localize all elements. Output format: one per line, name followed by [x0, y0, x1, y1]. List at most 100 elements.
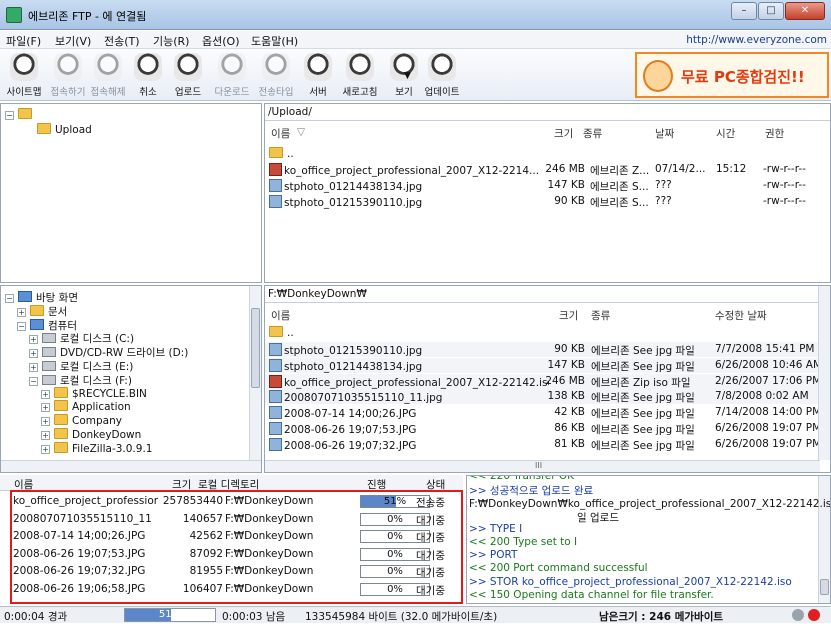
scroll-thumb[interactable]	[820, 579, 829, 595]
log-scrollbar[interactable]	[818, 476, 830, 603]
toolbar-button-server[interactable]: 서버	[296, 51, 340, 99]
homepage-link[interactable]: http://www.everyzone.com	[686, 34, 827, 46]
toolbar-button-disconnect[interactable]: 접속해제	[86, 51, 130, 99]
local-tree-scrollbar[interactable]	[249, 286, 261, 460]
remote-file-row[interactable]: stphoto_01215390110.jpg 90 KB 에브리존 S...???…	[265, 194, 825, 209]
local-file-pane[interactable]: F:₩DonkeyDown₩ 이름 크기 종류 수정한 날짜 .. III st…	[264, 285, 831, 473]
minimize-button[interactable]: –	[731, 2, 757, 20]
drive-icon	[42, 333, 56, 344]
remote-tree-root[interactable]: −	[5, 108, 36, 122]
local-path[interactable]: F:₩DonkeyDown₩	[265, 286, 830, 303]
expand-icon[interactable]: +	[17, 307, 26, 317]
toolbar-button-update[interactable]: 업데이트	[420, 51, 464, 99]
col-time[interactable]: 시간	[716, 126, 735, 141]
remote-file-pane[interactable]: /Upload/ 이름 ▽ 크기 종류 날짜 시간 권한 .. ko_offic…	[264, 103, 831, 283]
col-size[interactable]: 크기	[554, 126, 573, 141]
dropdown-arrow-icon[interactable]: ▼	[404, 71, 411, 81]
toolbar-button-cancel[interactable]: 취소	[126, 51, 170, 99]
menu-view[interactable]: 보기(V)	[55, 33, 91, 49]
toolbar-button-label: 업로드	[174, 87, 202, 98]
folder-icon	[54, 441, 68, 453]
col-name[interactable]: 이름	[271, 126, 290, 141]
collapse-icon[interactable]: −	[5, 111, 14, 120]
local-hscrollbar[interactable]: III	[265, 460, 820, 472]
remote-file-row[interactable]: stphoto_01214438134.jpg 147 KB 에브리존 S...??…	[265, 178, 825, 193]
toolbar-button-refresh[interactable]: 새로고침	[338, 51, 382, 99]
log-pane[interactable]: << 226 Transfer OK >> 성공적으로 업로드 완료 F:₩Donk…	[466, 475, 831, 604]
toolbar-button-upload[interactable]: 업로드	[166, 51, 210, 99]
close-button[interactable]: ✕	[785, 2, 825, 20]
folder-icon	[30, 304, 44, 316]
local-file-row[interactable]: ko_office_project_professional_2007_X12-…	[265, 373, 821, 389]
scroll-grip[interactable]: III	[535, 461, 542, 470]
local-file-row[interactable]: stphoto_01214438134.jpg 147 KB 에브리존 See jp…	[265, 357, 822, 373]
file-name: stphoto_01214438134.jpg	[269, 179, 549, 193]
image-file-icon	[269, 179, 282, 192]
col-date[interactable]: 날짜	[655, 126, 674, 141]
app-icon	[6, 7, 22, 23]
col-type[interactable]: 종류	[583, 126, 602, 141]
scroll-thumb[interactable]	[251, 308, 260, 388]
toolbar-button-label: 새로고침	[342, 87, 378, 98]
menu-options[interactable]: 옵션(O)	[202, 33, 239, 49]
download-icon	[218, 53, 246, 81]
tree-item[interactable]: + DonkeyDown	[41, 428, 141, 442]
col-size[interactable]: 크기	[559, 308, 578, 323]
expand-icon[interactable]: +	[29, 363, 38, 372]
tree-item[interactable]: − 로컬 디스크 (F:)	[29, 373, 132, 387]
local-file-row[interactable]: 2008-06-26 19;07;53.JPG 86 KB 에브리존 See jpg…	[265, 421, 821, 436]
tree-item[interactable]: + 로컬 디스크 (E:)	[29, 359, 133, 373]
remote-path[interactable]: /Upload/	[265, 104, 830, 121]
file-name: 2008-06-26 19;07;32.JPG	[269, 437, 549, 452]
toolbar-button-connect[interactable]: 접속하기	[46, 51, 90, 99]
menu-help[interactable]: 도움말(H)	[251, 33, 298, 49]
expand-icon[interactable]: +	[29, 349, 38, 359]
collapse-icon[interactable]: −	[5, 294, 14, 303]
tree-item[interactable]: + Company	[41, 414, 122, 428]
local-tree-pane[interactable]: − 바탕 화면 + 문서 − 컴퓨터 + 로컬 디스크 (C:) + DVD/CD-RW 드라이브…	[0, 285, 262, 473]
maximize-button[interactable]: □	[758, 2, 784, 20]
local-file-row[interactable]: 2008-07-14 14;00;26.JPG 42 KB 에브리존 See jpg…	[265, 405, 821, 421]
remote-tree-pane[interactable]: − Upload	[0, 103, 262, 283]
col-name[interactable]: 이름	[271, 308, 290, 323]
remote-file-row[interactable]: ko_office_project_professional_2007_X12-…	[265, 162, 825, 177]
toolbar-button-download[interactable]: 다운로드	[210, 51, 254, 99]
tree-item[interactable]: + Application	[41, 400, 131, 414]
expand-icon[interactable]: +	[29, 335, 38, 345]
tree-item[interactable]: − 컴퓨터	[17, 318, 77, 332]
menu-file[interactable]: 파일(F)	[6, 33, 41, 49]
parent-dir-row[interactable]: ..	[269, 147, 294, 160]
collapse-icon[interactable]: −	[17, 321, 26, 331]
expand-icon[interactable]: +	[41, 389, 50, 399]
menu-function[interactable]: 기능(R)	[153, 33, 189, 49]
log-line: << 150 Opening data channel for file tra…	[469, 588, 714, 601]
file-name-text: 2008-07-14 14;00;26.JPG	[284, 408, 417, 421]
toolbar-button-transfer-type[interactable]: 전송타입	[254, 51, 298, 99]
menu-transfer[interactable]: 전송(T)	[104, 33, 140, 49]
expand-icon[interactable]: +	[41, 444, 50, 454]
remote-tree-upload[interactable]: Upload	[37, 123, 92, 137]
collapse-icon[interactable]: −	[29, 376, 38, 386]
image-file-icon	[269, 422, 282, 435]
tree-item[interactable]: + 문서	[17, 304, 67, 318]
local-tree-hscrollbar[interactable]	[1, 460, 261, 472]
local-file-row[interactable]: stphoto_01215390110.jpg 90 KB 에브리존 See jpg…	[265, 342, 820, 357]
tree-item[interactable]: + DVD/CD-RW 드라이브 (D:)	[29, 345, 188, 359]
local-file-row[interactable]: 2008-06-26 19;07;32.JPG 81 KB 에브리존 See jpg…	[265, 437, 821, 452]
total-progress-text: 51%	[158, 609, 182, 620]
ad-banner[interactable]: 무료 PC종합검진!!	[635, 52, 829, 98]
parent-dir-row[interactable]: ..	[269, 326, 294, 339]
col-type[interactable]: 종류	[591, 308, 610, 323]
local-file-scrollbar[interactable]	[818, 286, 830, 460]
tree-item[interactable]: − 바탕 화면	[5, 290, 78, 304]
tree-item[interactable]: + FileZilla-3.0.9.1	[41, 441, 152, 456]
tree-item[interactable]: + $RECYCLE.BIN	[41, 386, 147, 401]
toolbar-button-sitemap[interactable]: 사이트맵	[2, 51, 46, 99]
col-modified[interactable]: 수정한 날짜	[715, 308, 767, 323]
expand-icon[interactable]: +	[41, 403, 50, 413]
tree-item[interactable]: + 로컬 디스크 (C:)	[29, 331, 134, 345]
expand-icon[interactable]: +	[41, 431, 50, 440]
expand-icon[interactable]: +	[41, 417, 50, 427]
local-file-row[interactable]: 200807071035515110_11.jpg 138 KB 에브리존 See …	[265, 389, 820, 405]
col-perm[interactable]: 권한	[765, 126, 784, 141]
